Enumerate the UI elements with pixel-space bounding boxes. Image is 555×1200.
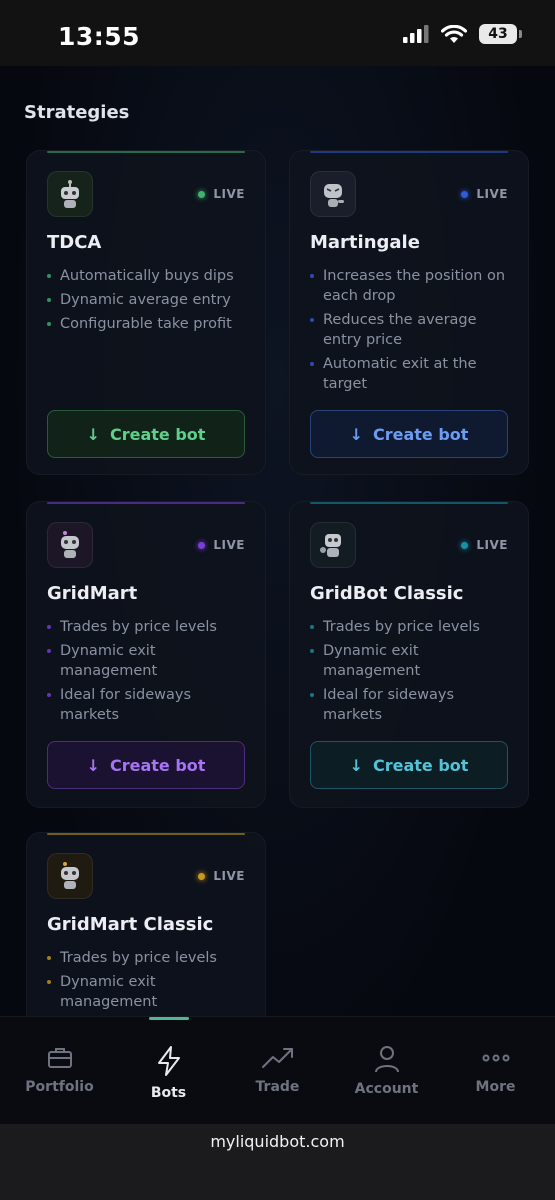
cellular-signal-icon [403,25,429,43]
feature-item: Trades by price levels [310,617,514,637]
feature-item: Automatic exit at the target [310,354,514,394]
feature-item: Ideal for sideways markets [310,685,514,725]
tab-label: Account [354,1081,419,1097]
robot-avatar-icon [310,522,356,568]
feature-item: Trades by price levels [47,617,251,637]
robot-avatar-icon [47,171,93,217]
live-status: LIVE [461,538,508,552]
robot-avatar-icon [47,522,93,568]
status-time: 13:55 [58,22,141,51]
strategy-name: GridBot Classic [310,583,464,604]
bottom-tab-bar: Portfolio Bots Trade Account More [0,1016,555,1124]
strategy-name: TDCA [47,232,102,253]
live-dot-icon [461,190,469,198]
active-tab-indicator [148,1017,189,1020]
arrow-down-icon: ↓ [86,755,100,775]
live-status: LIVE [461,187,508,201]
create-bot-button[interactable]: ↓ Create bot [310,410,508,458]
url-text: myliquidbot.com [210,1132,345,1151]
live-status: LIVE [198,538,245,552]
trend-up-icon [261,1048,293,1068]
tab-account[interactable]: Account [331,1017,442,1124]
tab-label: Portfolio [25,1079,94,1095]
strategy-name: GridMart Classic [47,914,214,935]
tab-label: Trade [255,1079,300,1095]
live-status: LIVE [198,869,245,883]
browser-url-bar[interactable]: myliquidbot.com [0,1124,555,1200]
tab-label: More [475,1079,516,1095]
strategy-card-gridbot-classic: LIVE GridBot Classic Trades by price lev… [289,501,529,808]
feature-item: Dynamic average entry [47,290,251,310]
feature-list: Trades by price levels Dynamic exit mana… [310,617,514,729]
feature-list: Automatically buys dips Dynamic average … [47,266,251,338]
feature-item: Dynamic exit management [47,972,251,1012]
live-status: LIVE [198,187,245,201]
briefcase-icon [47,1048,72,1068]
feature-item: Automatically buys dips [47,266,251,286]
lightning-icon [157,1046,180,1076]
tab-label: Bots [150,1085,187,1101]
user-icon [374,1046,399,1073]
feature-item: Dynamic exit management [310,641,514,681]
create-bot-button[interactable]: ↓ Create bot [47,741,245,789]
feature-list: Increases the position on each drop Redu… [310,266,514,398]
feature-list: Trades by price levels Dynamic exit mana… [47,617,251,729]
create-bot-button[interactable]: ↓ Create bot [310,741,508,789]
strategy-card-martingale: LIVE Martingale Increases the position o… [289,150,529,475]
strategy-name: GridMart [47,583,138,604]
status-icons: 43 [403,24,522,44]
live-dot-icon [198,872,206,880]
tab-portfolio[interactable]: Portfolio [4,1017,115,1124]
arrow-down-icon: ↓ [349,424,363,444]
arrow-down-icon: ↓ [86,424,100,444]
status-bar: 13:55 43 [0,0,555,66]
feature-item: Trades by price levels [47,948,251,968]
feature-item: Reduces the average entry price [310,310,514,350]
tab-bots[interactable]: Bots [113,1017,224,1124]
live-dot-icon [198,190,206,198]
battery-indicator: 43 [479,24,522,44]
robot-avatar-icon [47,853,93,899]
more-dots-icon [482,1054,509,1062]
arrow-down-icon: ↓ [349,755,363,775]
create-bot-button[interactable]: ↓ Create bot [47,410,245,458]
feature-list: Trades by price levels Dynamic exit mana… [47,948,251,1016]
feature-item: Dynamic exit management [47,641,251,681]
tab-trade[interactable]: Trade [222,1017,333,1124]
wifi-icon [441,24,467,43]
section-title: Strategies [24,102,130,123]
live-dot-icon [198,541,206,549]
feature-item: Configurable take profit [47,314,251,334]
strategy-card-tdca: LIVE TDCA Automatically buys dips Dynami… [26,150,266,475]
strategy-name: Martingale [310,232,420,253]
app-content: Strategies LIVE TDCA Automatically buys … [0,66,555,1124]
tab-more[interactable]: More [440,1017,551,1124]
live-dot-icon [461,541,469,549]
robot-avatar-icon [310,171,356,217]
feature-item: Ideal for sideways markets [47,685,251,725]
feature-item: Increases the position on each drop [310,266,514,306]
strategy-card-gridmart: LIVE GridMart Trades by price levels Dyn… [26,501,266,808]
